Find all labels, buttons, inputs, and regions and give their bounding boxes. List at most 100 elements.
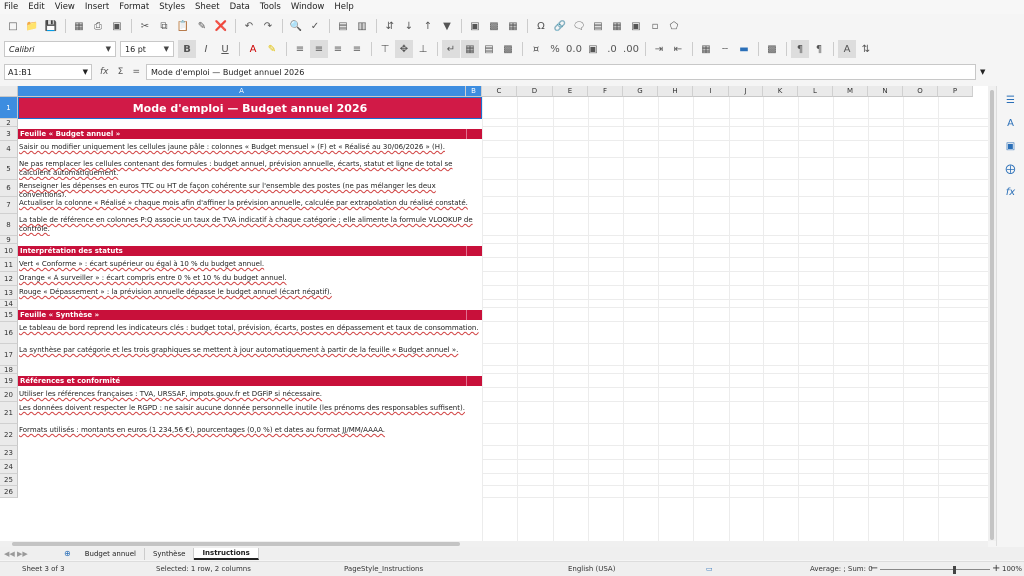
cut-icon[interactable]: ✂	[136, 17, 154, 35]
left-to-right-icon[interactable]: ¶	[791, 40, 809, 58]
menu-sheet[interactable]: Sheet	[195, 2, 220, 12]
column-header-n[interactable]: N	[868, 86, 903, 97]
functions-icon[interactable]: fx	[1003, 184, 1019, 200]
undo-icon[interactable]: ↶	[240, 17, 258, 35]
add-sheet-icon[interactable]: ⊕	[64, 549, 71, 558]
menu-format[interactable]: Format	[119, 2, 149, 12]
vertical-scrollbar[interactable]	[988, 86, 996, 541]
menu-insert[interactable]: Insert	[85, 2, 109, 12]
zoom-out-icon[interactable]: −	[870, 563, 878, 574]
tab-budget-annuel[interactable]: Budget annuel	[77, 547, 145, 560]
row-header-1[interactable]: 1	[0, 97, 18, 119]
row-header-12[interactable]: 12	[0, 272, 18, 286]
define-print-area-icon[interactable]: ▦	[608, 17, 626, 35]
underline-icon[interactable]: U	[216, 40, 234, 58]
formula-icon[interactable]: =	[132, 67, 140, 77]
section-synthese[interactable]: Feuille « Synthèse »	[18, 310, 482, 320]
first-sheet-icon[interactable]: ◀◀	[4, 550, 15, 558]
row-header-13[interactable]: 13	[0, 286, 18, 300]
open-folder-icon[interactable]: 📁	[23, 17, 41, 35]
section-band-cell-b[interactable]	[466, 376, 482, 386]
find-replace-icon[interactable]: 🔍	[287, 17, 305, 35]
column-header-e[interactable]: E	[553, 86, 588, 97]
comment-icon[interactable]: 🗨	[570, 17, 588, 35]
column-header-o[interactable]: O	[903, 86, 938, 97]
expand-formula-bar-icon[interactable]: ▼	[980, 68, 985, 76]
row-header-21[interactable]: 21	[0, 402, 18, 424]
column-header-f[interactable]: F	[588, 86, 623, 97]
column-header-h[interactable]: H	[658, 86, 693, 97]
select-all-corner[interactable]	[0, 86, 18, 97]
properties-icon[interactable]: ☰	[1003, 92, 1019, 108]
row-icon[interactable]: ▤	[334, 17, 352, 35]
row-header-2[interactable]: 2	[0, 119, 18, 127]
align-right-icon[interactable]: ≡	[329, 40, 347, 58]
instruction-cell[interactable]: Renseigner les dépenses en euros TTC ou …	[18, 182, 482, 197]
bold-icon[interactable]: B	[178, 40, 196, 58]
show-draw-functions-icon[interactable]: ⬠	[665, 17, 683, 35]
spreadsheet-grid[interactable]: A B C D E F G H I J K L M N O P 1 2 3 4 5 6 7 8 9 10 11 12 13 14 15 16 1…	[0, 86, 988, 541]
italic-icon[interactable]: I	[197, 40, 215, 58]
conditional-format-icon[interactable]: ▩	[499, 40, 517, 58]
text-direction-vertical-icon[interactable]: ⇅	[857, 40, 875, 58]
instruction-cell[interactable]: Rouge « Dépassement » : la prévision ann…	[18, 288, 482, 300]
spelling-icon[interactable]: ✓	[306, 17, 324, 35]
function-wizard-icon[interactable]: fx	[100, 67, 109, 77]
text-direction-horizontal-icon[interactable]: A	[838, 40, 856, 58]
instruction-cell[interactable]: Les données doivent respecter le RGPD : …	[18, 404, 482, 424]
name-box[interactable]: A1:B1 ▼	[4, 64, 92, 80]
zoom-level[interactable]: 100%	[1002, 565, 1022, 573]
insert-chart-icon[interactable]: ▩	[485, 17, 503, 35]
row-header-9[interactable]: 9	[0, 236, 18, 244]
instruction-cell[interactable]: Orange « À surveiller » : écart compris …	[18, 274, 482, 286]
increase-indent-icon[interactable]: ⇥	[650, 40, 668, 58]
sum-icon[interactable]: Σ	[118, 67, 124, 77]
border-style-icon[interactable]: ┄	[716, 40, 734, 58]
row-header-8[interactable]: 8	[0, 214, 18, 236]
add-decimal-icon[interactable]: .0	[603, 40, 621, 58]
merge-center-icon[interactable]: ▦	[461, 40, 479, 58]
section-band-cell-b[interactable]	[466, 310, 482, 320]
font-name-select[interactable]: Calibri ▼	[4, 41, 116, 57]
column-header-g[interactable]: G	[623, 86, 658, 97]
new-document-icon[interactable]: □	[4, 17, 22, 35]
row-header-25[interactable]: 25	[0, 474, 18, 486]
percent-format-icon[interactable]: %	[546, 40, 564, 58]
menu-tools[interactable]: Tools	[260, 2, 281, 12]
autofilter-icon[interactable]: ▼	[438, 17, 456, 35]
menu-styles[interactable]: Styles	[159, 2, 185, 12]
menu-view[interactable]: View	[55, 2, 75, 12]
print-icon[interactable]: ⎙	[89, 17, 107, 35]
page-style[interactable]: PageStyle_Instructions	[344, 565, 423, 573]
row-header-4[interactable]: 4	[0, 141, 18, 158]
wrap-text-icon[interactable]: ↵	[442, 40, 460, 58]
scrollbar-thumb[interactable]	[990, 90, 994, 540]
date-format-icon[interactable]: ▣	[584, 40, 602, 58]
column-icon[interactable]: ▥	[353, 17, 371, 35]
section-references[interactable]: Références et conformité	[18, 376, 482, 386]
language[interactable]: English (USA)	[568, 565, 615, 573]
instruction-cell[interactable]: Saisir ou modifier uniquement les cellul…	[18, 143, 482, 158]
highlight-color-icon[interactable]: ✎	[263, 40, 281, 58]
column-header-c[interactable]: C	[482, 86, 517, 97]
next-sheet-icon[interactable]: ▶▶	[17, 550, 28, 558]
tab-synthese[interactable]: Synthèse	[145, 547, 195, 560]
export-pdf-icon[interactable]: ▦	[70, 17, 88, 35]
borders-icon[interactable]: ▦	[697, 40, 715, 58]
column-header-m[interactable]: M	[833, 86, 868, 97]
row-header-14[interactable]: 14	[0, 300, 18, 308]
column-header-i[interactable]: I	[693, 86, 729, 97]
row-header-23[interactable]: 23	[0, 446, 18, 460]
row-header-10[interactable]: 10	[0, 244, 18, 258]
zoom-slider[interactable]	[880, 569, 990, 570]
save-icon[interactable]: 💾	[42, 17, 60, 35]
pivot-table-icon[interactable]: ▦	[504, 17, 522, 35]
row-header-16[interactable]: 16	[0, 322, 18, 344]
font-size-select[interactable]: 16 pt ▼	[120, 41, 174, 57]
menu-window[interactable]: Window	[291, 2, 325, 12]
column-header-p[interactable]: P	[938, 86, 973, 97]
border-color-icon[interactable]: ▬	[735, 40, 753, 58]
section-band-cell-b[interactable]	[466, 129, 482, 139]
selection-mode-icon[interactable]: ▭	[706, 565, 713, 573]
font-color-icon[interactable]: A	[244, 40, 262, 58]
